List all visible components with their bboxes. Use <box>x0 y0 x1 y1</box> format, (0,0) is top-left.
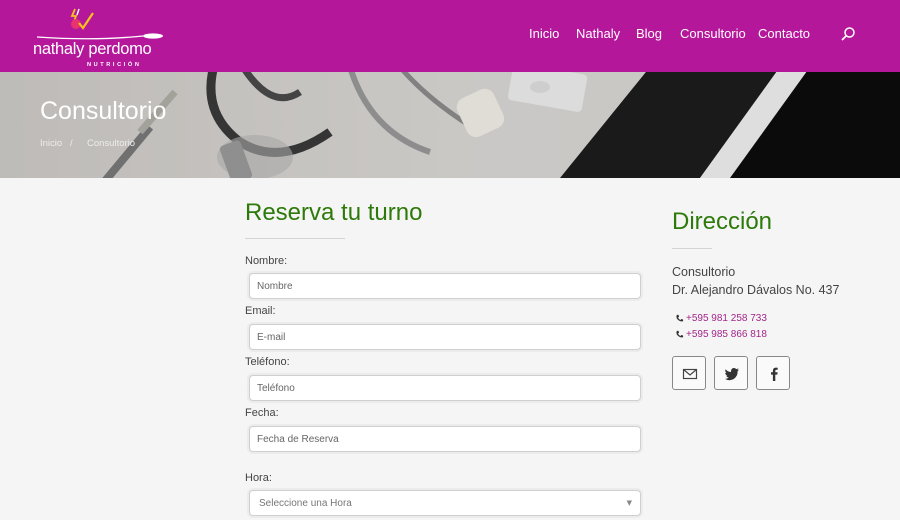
time-select-value: Seleccione una Hora <box>259 498 352 509</box>
name-input[interactable] <box>249 273 641 299</box>
name-label: Nombre: <box>245 255 288 267</box>
site-logo[interactable]: nathaly perdomo NUTRICIÓN <box>33 4 163 70</box>
facebook-button[interactable] <box>756 356 790 390</box>
facebook-icon <box>771 367 778 381</box>
logo-subtitle: NUTRICIÓN <box>87 62 142 68</box>
address-line-1: Consultorio <box>672 265 736 279</box>
breadcrumb-separator: / <box>70 138 73 149</box>
logo-name: nathaly perdomo <box>33 40 152 58</box>
time-label: Hora: <box>245 472 272 484</box>
logo-mark-icon <box>70 8 94 30</box>
date-input[interactable] <box>249 426 641 452</box>
chevron-down-icon: ▼ <box>626 499 632 507</box>
phone-number-1: +595 981 258 733 <box>686 313 767 324</box>
page-title: Consultorio <box>40 97 167 125</box>
nav-blog[interactable]: Blog <box>636 26 662 44</box>
nav-consultorio[interactable]: Consultorio <box>680 26 746 44</box>
nav-nathaly[interactable]: Nathaly <box>576 26 620 44</box>
nav-inicio[interactable]: Inicio <box>529 26 559 44</box>
mail-icon <box>682 368 698 380</box>
form-title: Reserva tu turno <box>245 199 423 226</box>
mail-button[interactable] <box>672 356 706 390</box>
email-label: Email: <box>245 305 276 317</box>
breadcrumb-current: Consultorio <box>87 138 136 149</box>
phone-icon <box>676 330 684 338</box>
breadcrumb-home[interactable]: Inicio <box>40 138 62 149</box>
phone-icon <box>676 314 684 322</box>
time-select[interactable]: Seleccione una Hora ▼ <box>249 490 641 516</box>
nav-contacto[interactable]: Contacto <box>758 26 810 44</box>
phone-input[interactable] <box>249 375 641 401</box>
phone-label: Teléfono: <box>245 356 290 368</box>
phone-number-2: +595 985 866 818 <box>686 329 767 340</box>
address-line-2: Dr. Alejandro Dávalos No. 437 <box>672 283 840 297</box>
date-label: Fecha: <box>245 407 279 419</box>
form-title-divider <box>245 238 345 239</box>
search-icon[interactable] <box>840 26 856 42</box>
sidebar-title-divider <box>672 248 712 249</box>
twitter-button[interactable] <box>714 356 748 390</box>
sidebar-title: Dirección <box>672 208 773 235</box>
email-input[interactable] <box>249 324 641 350</box>
site-header: nathaly perdomo NUTRICIÓN Inicio Nathaly… <box>0 0 900 72</box>
twitter-icon <box>724 368 739 381</box>
